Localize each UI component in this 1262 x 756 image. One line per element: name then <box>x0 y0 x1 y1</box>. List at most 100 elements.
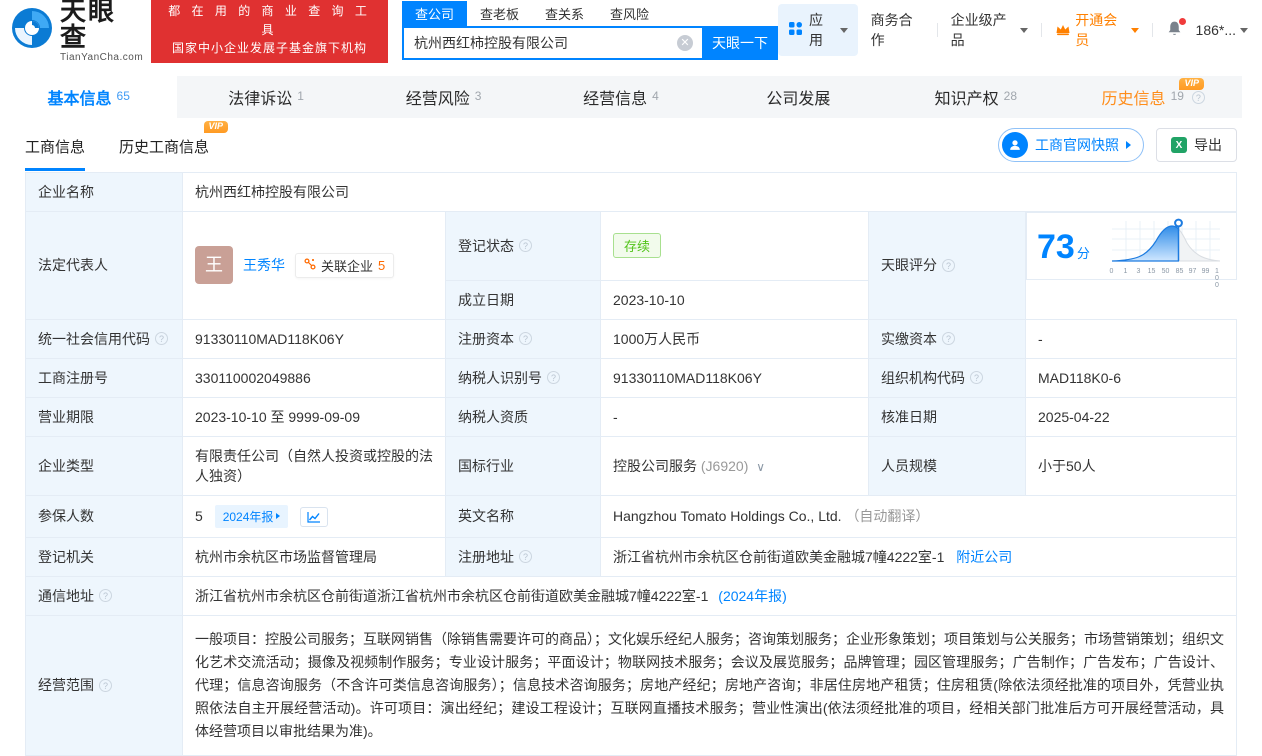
help-icon[interactable] <box>519 332 532 345</box>
table-row: 参保人数 5 2024年报 英文名称 Hangzhou Tomato Holdi… <box>25 494 1237 538</box>
related-companies-badge[interactable]: 关联企业 5 <box>295 252 395 278</box>
clear-search-icon[interactable]: ✕ <box>676 34 693 51</box>
tianyancha-logo[interactable]: 天眼查 TianYanCha.com <box>10 0 143 63</box>
search-tab-boss[interactable]: 查老板 <box>467 1 532 26</box>
nav-open-vip[interactable]: 开通会员 <box>1055 10 1139 50</box>
notifications-bell-icon[interactable] <box>1166 18 1186 40</box>
help-icon[interactable] <box>942 258 955 272</box>
org-chart-icon <box>304 258 316 273</box>
field-label: 国标行业 <box>445 435 601 496</box>
annual-report-link[interactable]: (2024年报) <box>718 588 786 604</box>
field-label: 企业类型 <box>25 435 183 496</box>
tab-history-info[interactable]: VIP 历史信息 19 <box>1065 76 1242 118</box>
score-distribution-chart: 0 1 3 15 50 85 97 99 100 <box>1108 217 1226 289</box>
tab-count: 19 <box>1170 89 1184 103</box>
field-label: 经营范围 <box>25 614 183 756</box>
notification-dot <box>1178 18 1186 25</box>
divider <box>1151 23 1153 37</box>
help-icon[interactable] <box>99 589 112 602</box>
search-input[interactable] <box>401 25 702 60</box>
subtab-business-info[interactable]: 工商信息 <box>25 136 86 171</box>
tab-legal-litigation[interactable]: 法律诉讼 1 <box>177 76 354 118</box>
tab-count: 1 <box>297 89 304 103</box>
related-count: 5 <box>378 257 386 273</box>
snapshot-person-icon <box>1002 132 1028 158</box>
nav-enterprise-products[interactable]: 企业级产品 <box>951 10 1029 50</box>
tab-count: 65 <box>116 89 130 103</box>
field-label: 工商注册号 <box>25 357 183 398</box>
apps-menu[interactable]: 应用 <box>777 4 858 56</box>
chevron-down-icon[interactable]: ∨ <box>756 460 765 474</box>
help-icon[interactable] <box>155 332 168 345</box>
field-label: 参保人数 <box>25 494 183 538</box>
nearby-companies-link[interactable]: 附近公司 <box>956 549 1012 565</box>
table-row: 企业名称 杭州西红柿控股有限公司 <box>25 172 1237 212</box>
trend-chart-icon[interactable] <box>300 506 329 527</box>
tab-intellectual-property[interactable]: 知识产权 28 <box>887 76 1064 118</box>
tianyancha-logo-icon <box>10 6 54 55</box>
field-label: 注册地址 <box>445 536 601 577</box>
chevron-down-icon <box>839 27 848 33</box>
field-label: 注册资本 <box>445 318 601 359</box>
help-icon[interactable] <box>519 550 532 563</box>
tab-basic-info[interactable]: 基本信息 65 <box>0 76 178 118</box>
table-row: 营业期限 2023-10-10 至 9999-09-09 纳税人资质 - 核准日… <box>25 396 1237 437</box>
field-label: 实缴资本 <box>868 318 1026 359</box>
mail-address-value: 浙江省杭州市余杭区仓前街道浙江省杭州市余杭区仓前街道欧美金融城7幢4222室-1… <box>182 575 1237 616</box>
taxpayer-quality-value: - <box>600 396 869 437</box>
search-area: 查公司 查老板 查关系 查风险 ✕ 天眼一下 <box>401 0 778 60</box>
tab-operation-info[interactable]: 经营信息 4 <box>532 76 709 118</box>
tianyan-score-cell[interactable]: 73 分 0 1 3 15 50 85 97 99 100 <box>1026 212 1237 289</box>
legal-rep-avatar[interactable]: 王 <box>195 246 233 285</box>
arrow-right-icon <box>1126 141 1131 149</box>
subtab-row: 工商信息 VIP 历史工商信息 工商官网快照 X 导出 <box>0 118 1262 171</box>
help-icon[interactable] <box>1191 90 1205 104</box>
tab-operation-risk[interactable]: 经营风险 3 <box>355 76 532 118</box>
search-tab-risk[interactable]: 查风险 <box>597 1 662 26</box>
search-button[interactable]: 天眼一下 <box>701 25 778 60</box>
staff-size-value: 小于50人 <box>1025 435 1237 496</box>
search-tab-company[interactable]: 查公司 <box>401 0 467 26</box>
business-info-table: 企业名称 杭州西红柿控股有限公司 法定代表人 王 王秀华 关联企业 5 登记状态… <box>25 172 1237 756</box>
field-label: 天眼评分 <box>868 211 1026 320</box>
auto-translate-note: （自动翻译） <box>845 508 930 524</box>
user-account-menu[interactable]: 186*... <box>1195 22 1249 38</box>
apps-icon <box>788 21 803 39</box>
table-row: 企业类型 有限责任公司（自然人投资或控股的法人独资） 国标行业 控股公司服务 (… <box>25 435 1237 496</box>
help-icon[interactable] <box>942 332 955 345</box>
help-icon[interactable] <box>547 371 560 384</box>
chevron-down-icon <box>1020 27 1029 33</box>
tab-company-development[interactable]: 公司发展 <box>710 76 887 118</box>
nav-business-coop[interactable]: 商务合作 <box>871 10 924 50</box>
table-row: 工商注册号 330110002049886 纳税人识别号 91330110MAD… <box>25 357 1237 398</box>
field-label: 人员规模 <box>868 435 1026 496</box>
official-snapshot-button[interactable]: 工商官网快照 <box>998 128 1144 162</box>
help-icon[interactable] <box>970 371 983 384</box>
help-icon[interactable] <box>99 678 112 692</box>
tab-count: 3 <box>474 89 482 103</box>
field-label: 登记状态 <box>445 211 601 281</box>
search-tab-relation[interactable]: 查关系 <box>532 1 597 26</box>
field-label: 统一社会信用代码 <box>25 318 183 359</box>
top-header: 天眼查 TianYanCha.com 都 在 用 的 商 业 查 询 工 具 国… <box>0 0 1262 63</box>
score-value: 73 <box>1037 228 1075 266</box>
arrow-right-icon <box>276 513 281 519</box>
divider <box>1041 23 1043 37</box>
field-label: 法定代表人 <box>25 211 183 320</box>
field-label: 纳税人资质 <box>445 396 601 437</box>
reg-capital-value: 1000万人民币 <box>600 318 869 359</box>
export-button[interactable]: X 导出 <box>1156 128 1237 162</box>
subtab-history-business-info[interactable]: VIP 历史工商信息 <box>119 121 229 168</box>
help-icon[interactable] <box>519 239 532 253</box>
annual-report-badge[interactable]: 2024年报 <box>214 504 289 528</box>
table-row: 经营范围 一般项目：控股公司服务；互联网销售（除销售需要许可的商品）；文化娱乐经… <box>25 614 1237 756</box>
tab-count: 4 <box>652 89 659 103</box>
score-chart-x-ticks: 0 1 3 15 50 85 97 99 100 <box>1109 268 1219 289</box>
crown-icon <box>1055 22 1071 39</box>
legal-rep-name-link[interactable]: 王秀华 <box>243 255 285 275</box>
established-date-value: 2023-10-10 <box>600 279 869 320</box>
table-row: 统一社会信用代码 91330110MAD118K06Y 注册资本 1000万人民… <box>25 318 1237 359</box>
field-label: 英文名称 <box>445 494 601 538</box>
user-phone: 186*... <box>1195 22 1237 38</box>
table-row: 登记机关 杭州市余杭区市场监督管理局 注册地址 浙江省杭州市余杭区仓前街道欧美金… <box>25 536 1237 577</box>
